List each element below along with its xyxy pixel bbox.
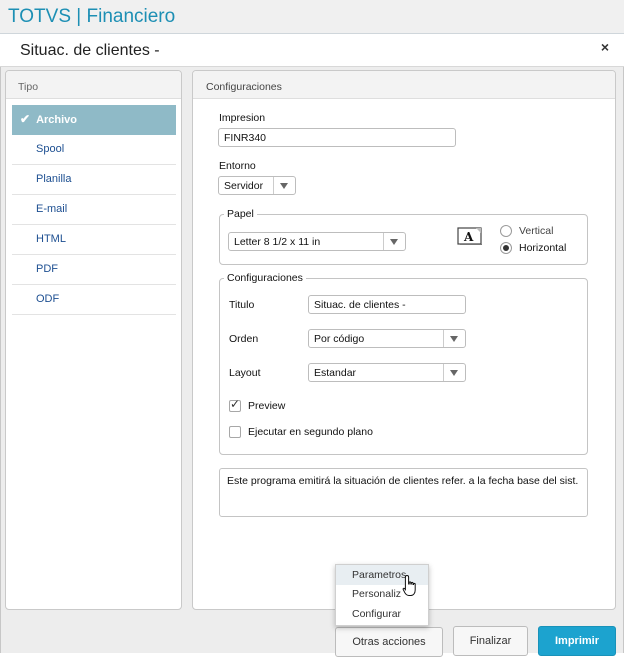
program-description: Este programa emitirá la situación de cl… [219, 468, 588, 517]
chevron-down-icon [443, 364, 465, 381]
tipo-panel-title: Tipo [18, 81, 39, 93]
tipo-item-archivo[interactable]: ✔ Archivo [12, 105, 176, 135]
close-icon[interactable]: × [598, 39, 612, 55]
tipo-item-odf[interactable]: ODF [12, 285, 176, 315]
check-icon: ✔ [20, 112, 31, 126]
orden-label: Orden [229, 333, 259, 345]
vertical-label: Vertical [519, 225, 554, 237]
entorno-select-value: Servidor [224, 180, 264, 192]
tipo-item-label: PDF [36, 263, 58, 275]
paper-size-value: Letter 8 1/2 x 11 in [234, 236, 321, 248]
papel-legend: Papel [224, 208, 257, 220]
tipo-item-label: Planilla [36, 173, 72, 185]
tipo-item-label: HTML [36, 233, 66, 245]
tipo-item-planilla[interactable]: Planilla [12, 165, 176, 195]
tipo-item-label: ODF [36, 293, 60, 305]
paper-size-select[interactable]: Letter 8 1/2 x 11 in [228, 232, 406, 251]
preview-checkbox[interactable]: ✓ [229, 397, 241, 412]
tipo-item-label: Archivo [36, 114, 78, 126]
tipo-item-label: Spool [36, 143, 65, 155]
menu-item-configurar[interactable]: Configurar [336, 604, 428, 624]
titulo-label: Titulo [229, 299, 255, 311]
config-panel-title: Configuraciones [206, 81, 282, 93]
chevron-down-icon [383, 233, 405, 250]
orden-select[interactable]: Por código [308, 329, 466, 348]
layout-select-value: Estandar [314, 367, 357, 379]
check-icon: ✓ [230, 397, 241, 411]
tipo-item-html[interactable]: HTML [12, 225, 176, 255]
tipo-item-label: E-mail [36, 203, 68, 215]
configuraciones-legend: Configuraciones [224, 272, 306, 284]
print-button[interactable]: Imprimir [538, 626, 616, 656]
layout-label: Layout [229, 367, 261, 379]
preview-label: Preview [248, 400, 286, 412]
chevron-down-icon [443, 330, 465, 347]
titulo-input[interactable]: Situac. de clientes - [308, 295, 466, 314]
horizontal-label: Horizontal [519, 242, 567, 254]
hand-cursor-icon [402, 574, 420, 598]
finish-button[interactable]: Finalizar [453, 626, 528, 656]
chevron-down-icon [273, 177, 295, 194]
tipo-item-spool[interactable]: Spool [12, 135, 176, 165]
orden-select-value: Por código [314, 333, 365, 345]
layout-select[interactable]: Estandar [308, 363, 466, 382]
background-label: Ejecutar en segundo plano [248, 426, 373, 438]
svg-text:A: A [463, 230, 474, 244]
entorno-label: Entorno [219, 160, 256, 172]
entorno-select[interactable]: Servidor [218, 176, 296, 195]
impresion-label: Impresion [219, 112, 266, 124]
dialog-title: Situac. de clientes - [20, 42, 160, 59]
vertical-radio[interactable] [500, 225, 512, 237]
page-orientation-icon: A [457, 226, 483, 245]
horizontal-radio[interactable] [500, 242, 512, 254]
tipo-item-pdf[interactable]: PDF [12, 255, 176, 285]
app-title: TOTVS | Financiero [8, 6, 176, 27]
tipo-item-email[interactable]: E-mail [12, 195, 176, 225]
impresion-input[interactable]: FINR340 [218, 128, 456, 147]
background-checkbox[interactable] [229, 426, 241, 438]
